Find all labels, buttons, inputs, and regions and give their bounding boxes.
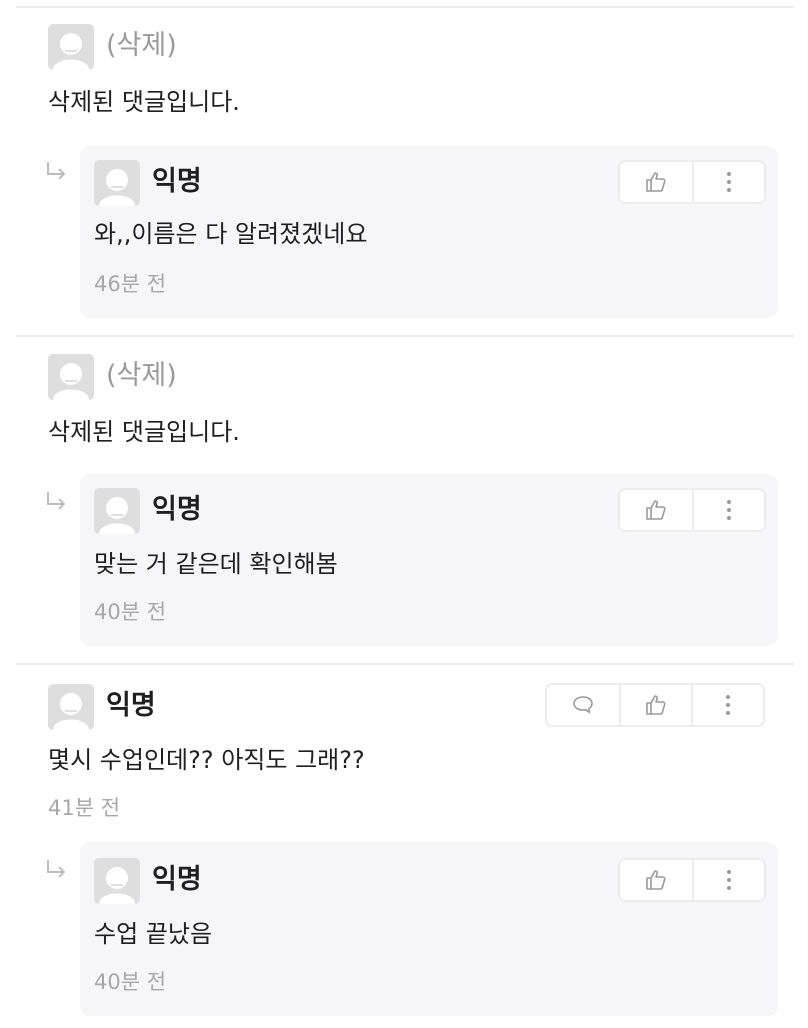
comment-text: 몇시 수업인데?? 아직도 그래??	[48, 746, 365, 774]
reply-actions	[618, 858, 766, 902]
reply-text: 수업 끝났음	[94, 920, 213, 948]
thumbs-up-icon	[646, 695, 666, 715]
reply-author: 익명	[152, 494, 202, 525]
reply-actions	[618, 488, 766, 532]
more-vertical-icon	[726, 695, 730, 715]
thumbs-up-icon	[646, 500, 666, 520]
thumbs-up-icon	[646, 870, 666, 890]
comment-divider	[16, 6, 794, 8]
reply-card: 익명 수업 끝났음 40분 전	[80, 842, 778, 1016]
reply-time: 46분 전	[94, 272, 167, 296]
reply-button[interactable]	[547, 685, 619, 725]
like-button[interactable]	[619, 685, 691, 725]
default-avatar-icon	[48, 24, 94, 70]
like-button[interactable]	[620, 490, 692, 530]
default-avatar-icon	[48, 684, 94, 730]
default-avatar-icon	[94, 160, 140, 206]
more-vertical-icon	[727, 870, 731, 890]
like-button[interactable]	[620, 162, 692, 202]
default-avatar-icon	[94, 488, 140, 534]
comment-author: 익명	[106, 690, 156, 721]
more-button[interactable]	[692, 860, 764, 900]
comment-text: 삭제된 댓글입니다.	[48, 418, 240, 446]
reply-text: 맞는 거 같은데 확인해봄	[94, 550, 338, 578]
reply-arrow-icon	[47, 162, 66, 180]
reply-author: 익명	[152, 166, 202, 197]
reply-text: 와,,이름은 다 알려졌겠네요	[94, 220, 368, 248]
more-button[interactable]	[692, 490, 764, 530]
speech-bubble-icon	[573, 696, 593, 714]
comment-actions	[545, 683, 765, 727]
more-button[interactable]	[691, 685, 763, 725]
reply-card: 익명 맞는 거 같은데 확인해봄 40분 전	[80, 474, 778, 646]
comment-divider	[16, 663, 794, 665]
comment-author: (삭제)	[106, 30, 177, 61]
more-vertical-icon	[727, 500, 731, 520]
like-button[interactable]	[620, 860, 692, 900]
comment-text: 삭제된 댓글입니다.	[48, 88, 240, 116]
reply-arrow-icon	[47, 492, 66, 510]
thumbs-up-icon	[646, 172, 666, 192]
more-vertical-icon	[727, 172, 731, 192]
default-avatar-icon	[48, 354, 94, 400]
reply-actions	[618, 160, 766, 204]
reply-time: 40분 전	[94, 970, 167, 994]
default-avatar-icon	[94, 858, 140, 904]
reply-time: 40분 전	[94, 600, 167, 624]
more-button[interactable]	[692, 162, 764, 202]
reply-card: 익명 와,,이름은 다 알려졌겠네요 46분 전	[80, 146, 778, 318]
reply-arrow-icon	[47, 860, 66, 878]
comment-time: 41분 전	[48, 796, 121, 820]
reply-author: 익명	[152, 864, 202, 895]
comment-author: (삭제)	[106, 360, 177, 391]
comment-divider	[16, 335, 794, 337]
